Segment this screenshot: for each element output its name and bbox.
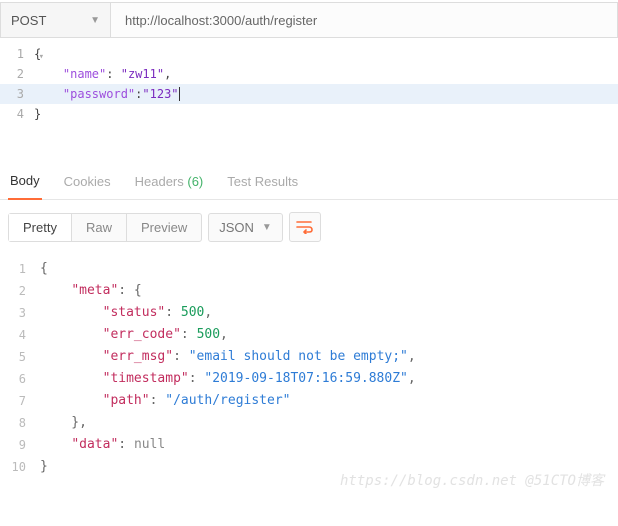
fold-icon[interactable]: ▾ bbox=[39, 47, 44, 67]
response-tabs: Body Cookies Headers (6) Test Results bbox=[0, 164, 618, 200]
response-view-bar: Pretty Raw Preview JSON ▼ bbox=[0, 200, 618, 254]
view-mode-group: Pretty Raw Preview bbox=[8, 213, 202, 242]
line-number: 3 bbox=[0, 302, 40, 324]
line-number: 1 bbox=[0, 258, 40, 280]
line-number: 3 bbox=[0, 84, 34, 104]
tab-test-results[interactable]: Test Results bbox=[225, 174, 300, 199]
code-content: "data": null bbox=[40, 434, 165, 456]
view-preview[interactable]: Preview bbox=[127, 214, 201, 241]
response-line: 1{ bbox=[0, 258, 618, 280]
response-line: 8 }, bbox=[0, 412, 618, 434]
code-content: "meta": { bbox=[40, 280, 142, 302]
url-input[interactable]: http://localhost:3000/auth/register bbox=[111, 3, 617, 37]
tab-body[interactable]: Body bbox=[8, 173, 42, 200]
url-value: http://localhost:3000/auth/register bbox=[125, 13, 317, 28]
headers-count: (6) bbox=[187, 174, 203, 189]
format-value: JSON bbox=[219, 220, 254, 235]
response-line: 3 "status": 500, bbox=[0, 302, 618, 324]
view-pretty[interactable]: Pretty bbox=[9, 214, 72, 241]
code-content: "timestamp": "2019-09-18T07:16:59.880Z", bbox=[40, 368, 416, 390]
response-line: 6 "timestamp": "2019-09-18T07:16:59.880Z… bbox=[0, 368, 618, 390]
format-select[interactable]: JSON ▼ bbox=[208, 213, 283, 242]
code-content: "password":"123" bbox=[34, 84, 180, 104]
code-content: "path": "/auth/register" bbox=[40, 390, 290, 412]
line-number: 1▾ bbox=[0, 44, 34, 64]
code-content: "err_code": 500, bbox=[40, 324, 228, 346]
editor-line: 1▾{ bbox=[0, 44, 618, 64]
chevron-down-icon: ▼ bbox=[262, 222, 272, 233]
response-line: 7 "path": "/auth/register" bbox=[0, 390, 618, 412]
editor-line: 4} bbox=[0, 104, 618, 124]
line-number: 7 bbox=[0, 390, 40, 412]
code-content: "status": 500, bbox=[40, 302, 212, 324]
line-number: 4 bbox=[0, 324, 40, 346]
chevron-down-icon: ▼ bbox=[90, 15, 100, 26]
editor-line: 3 "password":"123" bbox=[0, 84, 618, 104]
wrap-icon bbox=[296, 220, 314, 234]
response-line: 5 "err_msg": "email should not be empty;… bbox=[0, 346, 618, 368]
tab-headers[interactable]: Headers (6) bbox=[133, 174, 206, 199]
tab-headers-label: Headers bbox=[135, 174, 184, 189]
line-number: 2 bbox=[0, 280, 40, 302]
view-raw[interactable]: Raw bbox=[72, 214, 127, 241]
code-content: } bbox=[40, 456, 48, 478]
response-line: 10} bbox=[0, 456, 618, 478]
code-content: { bbox=[40, 258, 48, 280]
line-number: 5 bbox=[0, 346, 40, 368]
line-number: 6 bbox=[0, 368, 40, 390]
line-number: 2 bbox=[0, 64, 34, 84]
code-content: }, bbox=[40, 412, 87, 434]
line-number: 10 bbox=[0, 456, 40, 478]
response-line: 2 "meta": { bbox=[0, 280, 618, 302]
code-content: } bbox=[34, 104, 41, 124]
tab-cookies[interactable]: Cookies bbox=[62, 174, 113, 199]
response-line: 4 "err_code": 500, bbox=[0, 324, 618, 346]
editor-line: 2 "name": "zw11", bbox=[0, 64, 618, 84]
request-body-editor[interactable]: 1▾{2 "name": "zw11",3 "password":"123"4} bbox=[0, 38, 618, 164]
line-number: 8 bbox=[0, 412, 40, 434]
request-bar: POST ▼ http://localhost:3000/auth/regist… bbox=[0, 2, 618, 38]
code-content: "err_msg": "email should not be empty;", bbox=[40, 346, 416, 368]
response-body-viewer[interactable]: 1{2 "meta": {3 "status": 500,4 "err_code… bbox=[0, 254, 618, 498]
http-method-value: POST bbox=[11, 13, 46, 28]
line-number: 4 bbox=[0, 104, 34, 124]
line-number: 9 bbox=[0, 434, 40, 456]
wrap-lines-button[interactable] bbox=[289, 212, 321, 242]
code-content: "name": "zw11", bbox=[34, 64, 171, 84]
response-line: 9 "data": null bbox=[0, 434, 618, 456]
http-method-select[interactable]: POST ▼ bbox=[1, 3, 111, 37]
